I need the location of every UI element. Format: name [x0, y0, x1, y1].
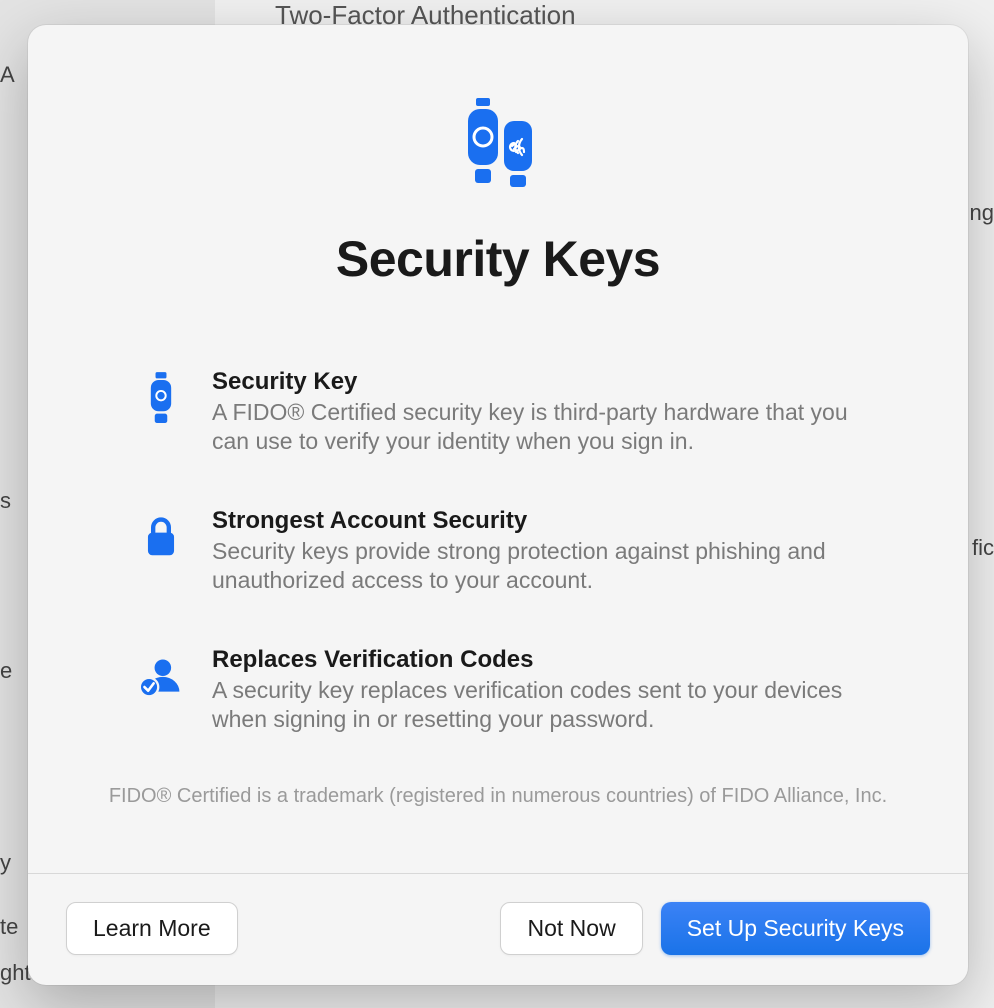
trademark-notice: FIDO® Certified is a trademark (register…: [109, 785, 887, 808]
person-checkmark-icon: [138, 646, 184, 706]
feature-content: Strongest Account Security Security keys…: [212, 507, 888, 596]
background-left-fragment: e: [0, 658, 12, 684]
security-key-icon: [138, 368, 184, 428]
modal-title: Security Keys: [336, 230, 660, 288]
feature-list: Security Key A FIDO® Certified security …: [98, 368, 898, 735]
modal-body: Security Keys Security Key A FIDO® Certi…: [28, 25, 968, 873]
background-left-fragment: s: [0, 488, 11, 514]
security-keys-modal: Security Keys Security Key A FIDO® Certi…: [28, 25, 968, 985]
feature-description: Security keys provide strong protection …: [212, 537, 888, 596]
feature-description: A FIDO® Certified security key is third-…: [212, 398, 888, 457]
feature-description: A security key replaces verification cod…: [212, 676, 888, 735]
feature-title: Strongest Account Security: [212, 507, 888, 535]
feature-content: Replaces Verification Codes A security k…: [212, 646, 888, 735]
footer-right-buttons: Not Now Set Up Security Keys: [500, 902, 930, 955]
learn-more-button[interactable]: Learn More: [66, 902, 238, 955]
background-right-fragment: fic: [972, 535, 994, 561]
background-right-fragment: ng: [970, 200, 994, 226]
background-left-fragment: ght: [0, 960, 31, 986]
modal-footer: Learn More Not Now Set Up Security Keys: [28, 873, 968, 985]
lock-icon: [138, 507, 184, 567]
feature-security-key: Security Key A FIDO® Certified security …: [138, 368, 888, 457]
not-now-button[interactable]: Not Now: [500, 902, 642, 955]
setup-security-keys-button[interactable]: Set Up Security Keys: [661, 902, 930, 955]
feature-title: Replaces Verification Codes: [212, 646, 888, 674]
feature-account-security: Strongest Account Security Security keys…: [138, 507, 888, 596]
background-left-fragment: te: [0, 914, 18, 940]
feature-content: Security Key A FIDO® Certified security …: [212, 368, 888, 457]
feature-title: Security Key: [212, 368, 888, 396]
security-keys-hero-icon: [448, 95, 548, 195]
feature-replaces-codes: Replaces Verification Codes A security k…: [138, 646, 888, 735]
background-left-fragment: y: [0, 850, 11, 876]
background-left-fragment: A: [0, 62, 15, 88]
